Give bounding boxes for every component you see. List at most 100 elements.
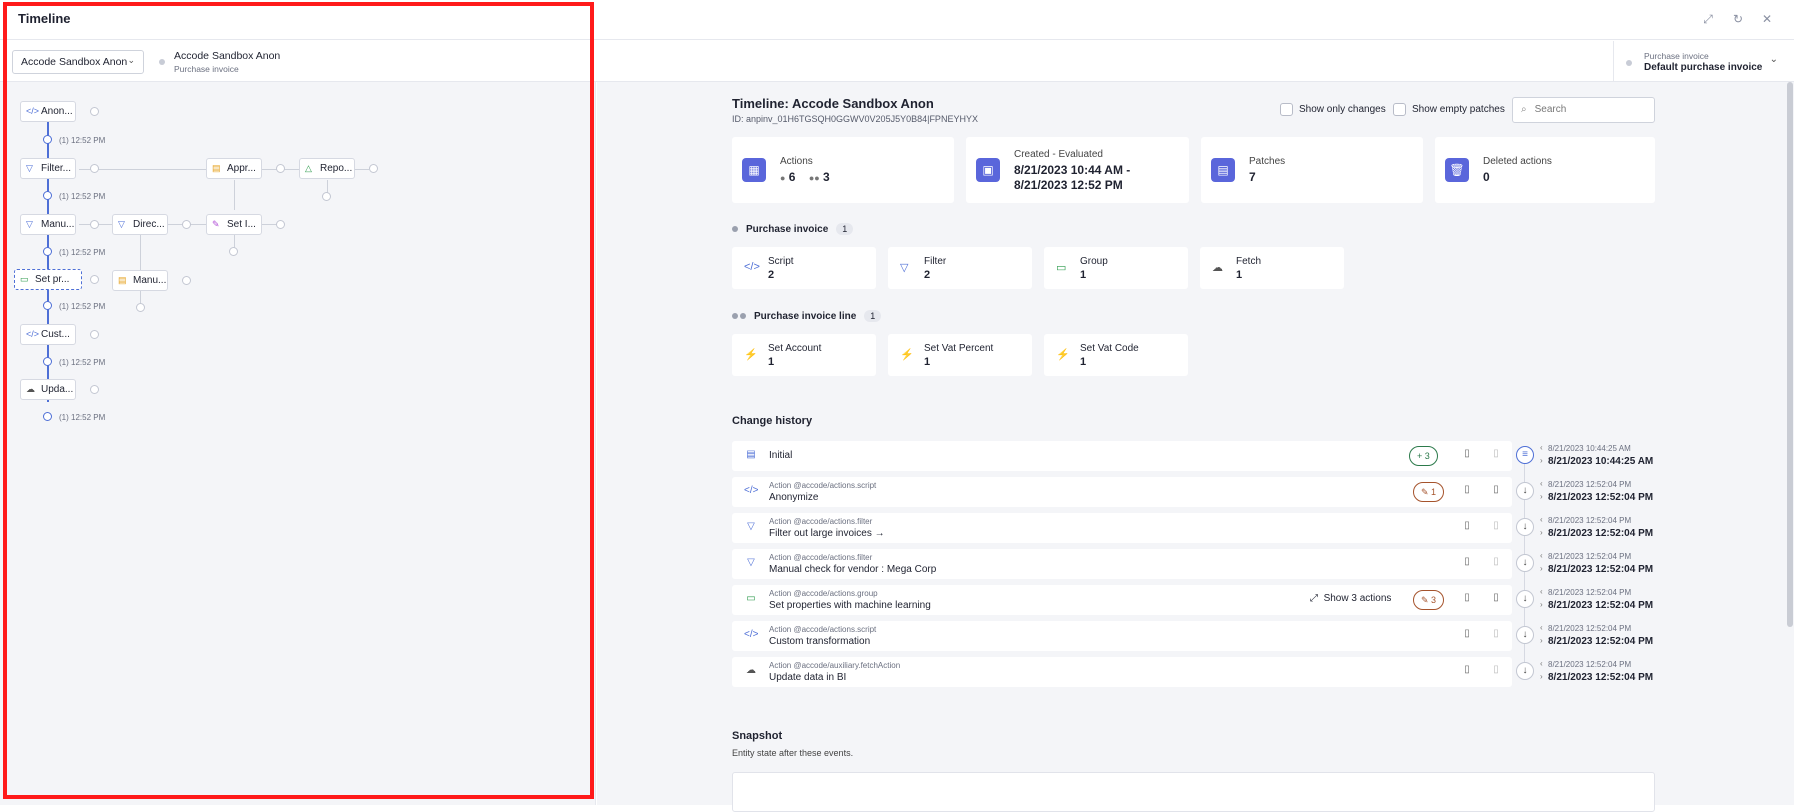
arrow-down-icon[interactable]: ↓ (1516, 554, 1534, 572)
file-diff-icon[interactable]: ▯ (1489, 448, 1503, 459)
graph-node[interactable]: ▤ Appr... (206, 158, 262, 179)
graph-node[interactable]: ☁ Upda... (20, 379, 76, 400)
filter-icon: ▽ (118, 219, 125, 229)
refresh-icon[interactable]: ↻ (1731, 12, 1745, 26)
file-diff-icon[interactable]: ▯ (1489, 628, 1503, 639)
graph-node[interactable]: ▤ Manu... (112, 270, 168, 291)
history-row[interactable]: ▭ Action @accode/actions.group Set prope… (732, 585, 1512, 615)
time-label: (1) 12:52 PM (59, 358, 106, 367)
stat-label: Deleted actions (1483, 156, 1552, 167)
file-icon[interactable]: ▯ (1460, 628, 1474, 639)
history-row[interactable]: ☁ Action @accode/auxiliary.fetchAction U… (732, 657, 1512, 687)
database-icon[interactable]: ≡ (1516, 446, 1534, 464)
search-input[interactable]: ⌕ Search (1512, 97, 1655, 123)
timeline-graph[interactable]: </> Anon... ▽ Filter... ▤ Appr... △ Repo... … (0, 82, 596, 805)
connector (140, 235, 141, 270)
scrollbar[interactable] (1787, 82, 1793, 627)
graph-node[interactable]: ▽ Filter... (20, 158, 76, 179)
graph-node[interactable]: </> Anon... (20, 101, 76, 122)
arrow-down-icon[interactable]: ↓ (1516, 482, 1534, 500)
timestamp-to: 8/21/2023 10:44:25 AM (1548, 456, 1654, 467)
file-diff-icon[interactable]: ▯ (1489, 520, 1503, 531)
graph-node[interactable]: ✎ Set I... (206, 214, 262, 235)
select-value: Default purchase invoice (1644, 62, 1763, 73)
connector (234, 180, 235, 210)
select-label: Purchase invoice (1644, 51, 1709, 61)
summary-card: ☁ Fetch 1 (1200, 247, 1344, 289)
graph-node[interactable]: △ Repo... (299, 158, 355, 179)
node-port (322, 192, 331, 201)
checkbox-label: Show empty patches (1412, 104, 1505, 116)
time-marker (43, 135, 52, 144)
node-port (136, 303, 145, 312)
show-actions-button[interactable]: ⤢ Show 3 actions (1310, 593, 1391, 604)
file-diff-icon[interactable]: ▯ (1489, 484, 1503, 495)
graph-node[interactable]: ▽ Direc... (112, 214, 168, 235)
timestamp-to: 8/21/2023 12:52:04 PM (1548, 672, 1654, 683)
history-row[interactable]: ▽ Action @accode/actions.filter Manual c… (732, 549, 1512, 579)
show-only-changes-checkbox[interactable]: Show only changes (1280, 103, 1386, 116)
history-row[interactable]: </> Action @accode/actions.script Custom… (732, 621, 1512, 651)
history-row[interactable]: </> Action @accode/actions.script Anonym… (732, 477, 1512, 507)
arrow-down-icon[interactable]: ↓ (1516, 518, 1534, 536)
timestamp-to: 8/21/2023 12:52:04 PM (1548, 564, 1654, 575)
changed-badge[interactable]: ✎ 3 (1413, 590, 1445, 610)
node-port (276, 220, 285, 229)
card-value: 2 (768, 269, 775, 281)
file-diff-icon[interactable]: ▯ (1489, 556, 1503, 567)
arrow-down-icon[interactable]: ↓ (1516, 626, 1534, 644)
purchase-invoice-select[interactable]: Purchase invoice Default purchase invoic… (1613, 41, 1794, 82)
file-diff-icon[interactable]: ▯ (1489, 592, 1503, 603)
filter-icon: ▽ (26, 219, 33, 229)
card-label: Fetch (1236, 256, 1262, 267)
graph-node[interactable]: ▽ Manu... (20, 214, 76, 235)
calendar-icon: ▣ (976, 158, 1000, 182)
close-icon[interactable]: ✕ (1760, 12, 1774, 26)
file-diff-icon[interactable]: ▯ (1489, 664, 1503, 675)
changed-badge[interactable]: ✎ 1 (1413, 482, 1445, 502)
search-placeholder: Search (1534, 104, 1567, 115)
graph-node[interactable]: </> Cust... (20, 324, 76, 345)
node-port (90, 107, 99, 116)
graph-node-selected[interactable]: ▭ Set pr... (14, 269, 82, 290)
card-value: 1 (1236, 269, 1243, 281)
chevron-left-icon: ‹ (1540, 623, 1543, 632)
file-icon[interactable]: ▯ (1460, 484, 1474, 495)
timestamp-to: 8/21/2023 12:52:04 PM (1548, 492, 1654, 503)
file-icon[interactable]: ▯ (1460, 520, 1474, 531)
node-port (90, 330, 99, 339)
row-title: Set properties with machine learning (769, 600, 931, 611)
node-label: Direc... (133, 219, 165, 230)
time-marker (43, 191, 52, 200)
file-icon[interactable]: ▯ (1460, 664, 1474, 675)
file-icon[interactable]: ▯ (1460, 448, 1474, 459)
arrow-down-icon[interactable]: ↓ (1516, 590, 1534, 608)
chevron-left-icon: ‹ (1540, 479, 1543, 488)
arrow-down-icon[interactable]: ↓ (1516, 662, 1534, 680)
stat-value: 0 (1483, 170, 1490, 184)
title-bar: Timeline ⤢ ↻ ✕ (0, 0, 1794, 40)
file-icon[interactable]: ▯ (1460, 592, 1474, 603)
node-label: Anon... (41, 106, 73, 117)
stat-value-2: 8/21/2023 12:52 PM (1014, 178, 1123, 192)
bolt-icon: ⚡ (744, 349, 758, 361)
expand-icon[interactable]: ⤢ (1701, 12, 1715, 26)
added-badge[interactable]: + 3 (1409, 446, 1438, 466)
stat-label: Patches (1249, 156, 1286, 167)
show-empty-patches-checkbox[interactable]: Show empty patches (1393, 103, 1505, 116)
timestamp-from: 8/21/2023 12:52:04 PM (1548, 480, 1632, 489)
node-port (90, 164, 99, 173)
time-label: (1) 12:52 PM (59, 248, 106, 257)
stat-created-evaluated: ▣ Created - Evaluated 8/21/2023 10:44 AM… (966, 137, 1189, 203)
history-row[interactable]: ▤ Initial + 3 ▯ ▯ (732, 441, 1512, 471)
change-history-title: Change history (732, 415, 813, 427)
time-marker (43, 357, 52, 366)
file-icon[interactable]: ▯ (1460, 556, 1474, 567)
history-row[interactable]: ▽ Action @accode/actions.filter Filter o… (732, 513, 1512, 543)
entity-select[interactable]: Accode Sandbox Anon ⌄ (12, 50, 144, 74)
node-port (369, 164, 378, 173)
cloud-icon: ☁ (26, 384, 35, 394)
chevron-left-icon: ‹ (1540, 587, 1543, 596)
timestamp-from: 8/21/2023 12:52:04 PM (1548, 624, 1632, 633)
trash-icon: 🗑 (1445, 158, 1469, 182)
